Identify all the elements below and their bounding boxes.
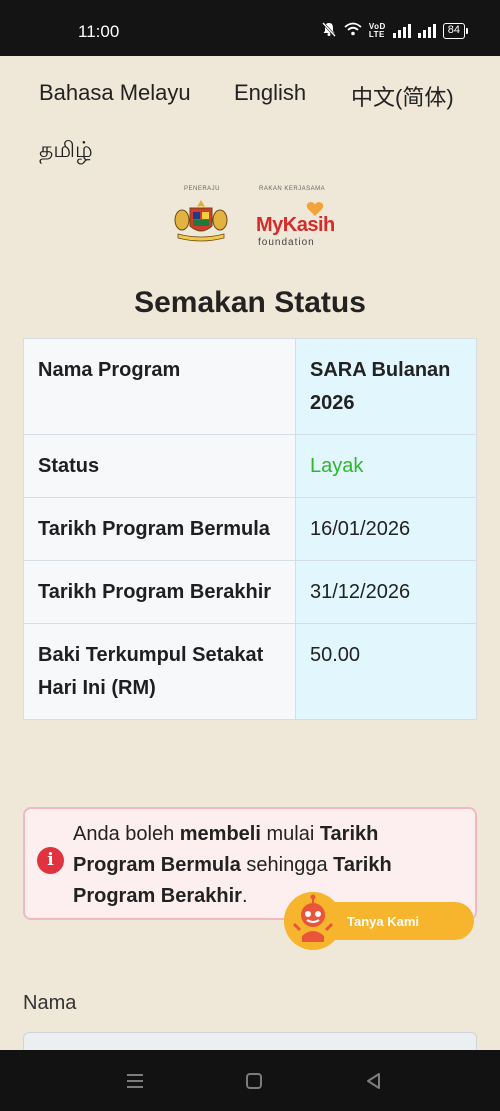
peneraju-label: PENERAJU [184, 186, 221, 192]
mascot-robot-icon [284, 892, 342, 950]
lang-english-link[interactable]: English [234, 80, 306, 106]
status-bar: 11:00 VoD LTE 84 [0, 0, 500, 56]
malaysia-crest-logo [174, 200, 228, 242]
language-selector: Bahasa Melayu English 中文(简体) [0, 80, 500, 110]
chat-label: Tanya Kami [347, 914, 420, 929]
balance-value: 50.00 [295, 623, 477, 720]
battery-level: 84 [442, 22, 465, 39]
mute-bell-icon [321, 21, 337, 40]
start-date-value: 16/01/2026 [295, 497, 477, 561]
table-row: Baki Terkumpul Setakat Hari Ini (RM) 50.… [23, 623, 477, 720]
page-title: Semakan Status [134, 286, 366, 319]
wifi-icon [344, 22, 362, 39]
rakan-kerjasama-label: RAKAN KERJASAMA [259, 186, 326, 192]
row-label: Nama Program [23, 338, 296, 435]
row-label: Status [23, 434, 296, 498]
end-date-value: 31/12/2026 [295, 560, 477, 624]
lang-chinese-link[interactable]: 中文(简体) [351, 80, 454, 112]
tanya-kami-chat-button[interactable]: Tanya Kami [284, 892, 474, 950]
signal-icon [417, 23, 436, 38]
partner-logos: PENERAJU RAKAN KERJASAMA MyKasih foundat… [0, 186, 500, 250]
row-label: Baki Terkumpul Setakat Hari Ini (RM) [23, 623, 296, 720]
lang-malay-link[interactable]: Bahasa Melayu [39, 80, 191, 106]
table-row: Tarikh Program Berakhir 31/12/2026 [23, 560, 477, 624]
row-label: Tarikh Program Berakhir [23, 560, 296, 624]
lang-tamil-link[interactable]: தமிழ் [39, 137, 93, 166]
back-icon[interactable] [361, 1068, 387, 1094]
table-row: Status Layak [23, 434, 477, 498]
row-label: Tarikh Program Bermula [23, 497, 296, 561]
info-icon: i [37, 847, 64, 874]
status-table: Nama Program SARA Bulanan 2026 Status La… [23, 338, 477, 720]
clock: 11:00 [78, 22, 120, 41]
system-nav-bar [0, 1050, 500, 1111]
menu-icon[interactable] [122, 1068, 148, 1094]
signal-icon [392, 23, 411, 38]
home-icon[interactable] [241, 1068, 267, 1094]
volte-icon: VoD LTE [368, 21, 386, 39]
table-row: Tarikh Program Bermula 16/01/2026 [23, 497, 477, 561]
status-icons: VoD LTE 84 [321, 21, 468, 40]
program-name-value: SARA Bulanan 2026 [295, 338, 477, 435]
table-row: Nama Program SARA Bulanan 2026 [23, 338, 477, 435]
name-field-label: Nama [23, 992, 77, 1014]
mykasih-foundation-logo: MyKasih foundation [254, 200, 335, 250]
status-value: Layak [295, 434, 477, 498]
battery-icon: 84 [442, 22, 468, 39]
